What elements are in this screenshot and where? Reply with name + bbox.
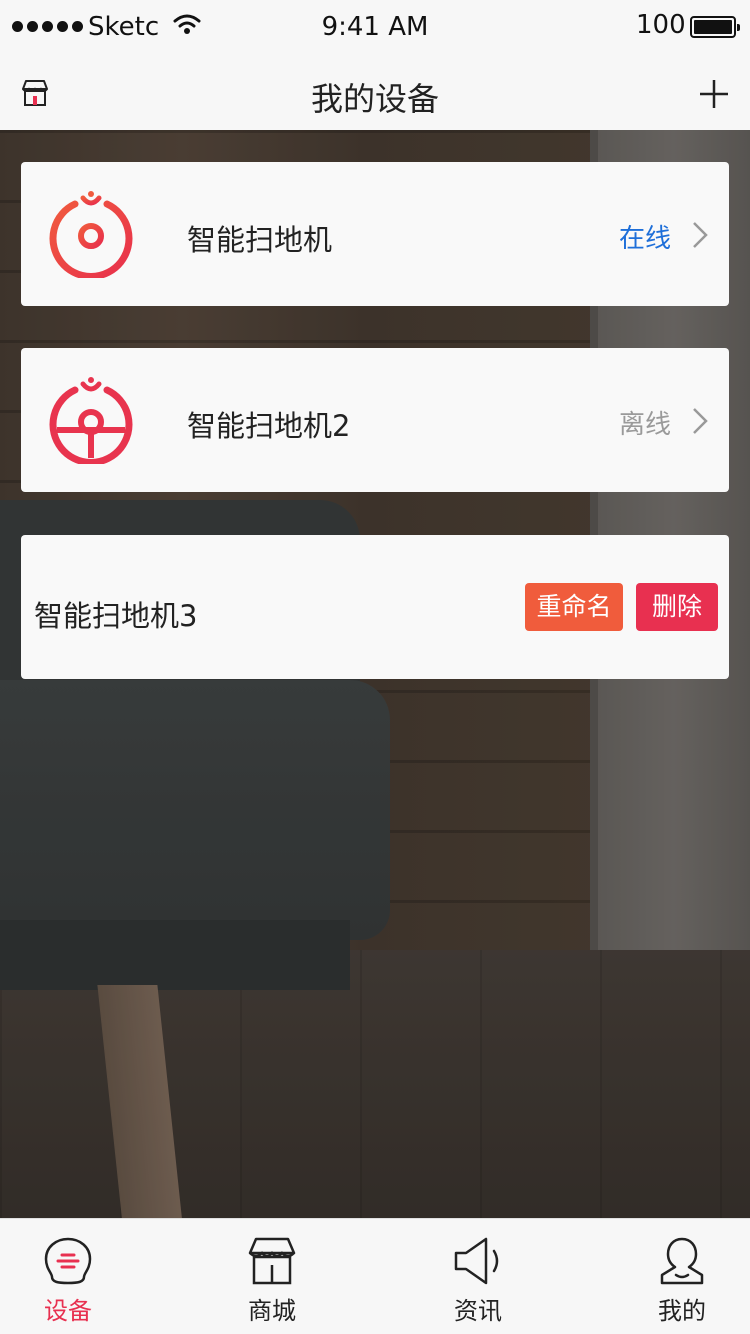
delete-button[interactable]: 删除 [636, 583, 718, 631]
nav-bar: 我的设备 [0, 56, 750, 130]
device-icon [42, 1235, 94, 1287]
robot-vacuum-icon [47, 190, 135, 280]
tab-shop[interactable]: 商城 [212, 1219, 332, 1334]
chevron-right-icon [691, 406, 709, 436]
rename-button[interactable]: 重命名 [525, 583, 623, 631]
tab-device[interactable]: 设备 [8, 1219, 128, 1334]
tab-bar: 设备 商城 资讯 我的 [0, 1218, 750, 1334]
device-status: 在线 [618, 224, 671, 254]
robot-vacuum-icon [47, 376, 135, 466]
device-status: 离线 [618, 410, 671, 440]
speaker-icon [452, 1235, 504, 1287]
tab-news[interactable]: 资讯 [418, 1219, 538, 1334]
device-card-1[interactable]: 智能扫地机 在线 [21, 162, 729, 306]
device-card-2[interactable]: 智能扫地机2 离线 [21, 348, 729, 492]
device-name: 智能扫地机2 [187, 409, 351, 443]
tab-label: 设备 [44, 1297, 92, 1325]
battery-icon [690, 16, 740, 38]
status-bar: Sketc 9:41 AM 100 [0, 0, 750, 56]
page-title: 我的设备 [310, 80, 439, 118]
chevron-right-icon [691, 220, 709, 250]
shop-icon [246, 1235, 298, 1287]
device-name: 智能扫地机 [187, 223, 333, 257]
tab-label: 商城 [248, 1297, 296, 1325]
battery-percent: 100 [636, 10, 686, 40]
tab-profile[interactable]: 我的 [622, 1219, 742, 1334]
tab-label: 我的 [658, 1297, 706, 1325]
tab-label: 资讯 [454, 1297, 502, 1325]
device-card-3[interactable]: 智能扫地机3 重命名 删除 [21, 535, 729, 679]
user-icon [656, 1235, 708, 1287]
add-icon[interactable] [698, 78, 730, 110]
device-name: 智能扫地机3 [34, 599, 198, 633]
